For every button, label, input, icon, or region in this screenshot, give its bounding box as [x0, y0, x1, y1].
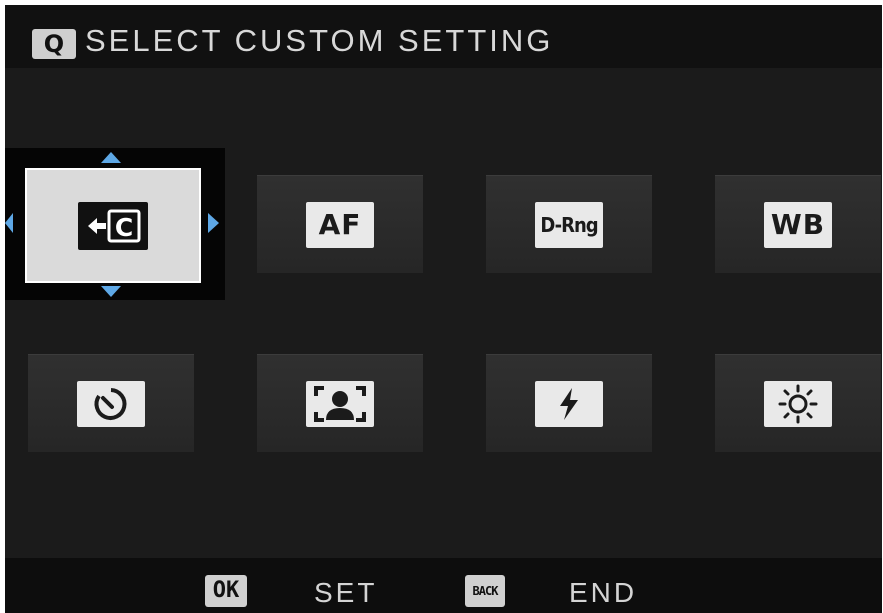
tile-brightness[interactable]	[715, 354, 881, 452]
arrow-left-icon[interactable]	[5, 213, 13, 233]
self-timer-icon	[77, 380, 145, 427]
face-detection-icon	[306, 380, 374, 427]
tile-d-range[interactable]: D-Rng	[486, 175, 652, 273]
edit-custom-letter: C	[115, 213, 133, 242]
tile-white-balance[interactable]: WB	[715, 175, 881, 273]
ok-button-icon[interactable]: OK	[205, 575, 247, 607]
page-title: SELECT CUSTOM SETTING	[85, 23, 554, 58]
tile-flash[interactable]	[486, 354, 652, 452]
camera-screen: Q SELECT CUSTOM SETTING C AF D-Rng WB OK…	[5, 5, 882, 613]
tile-af[interactable]: AF	[257, 175, 423, 273]
flash-icon	[535, 380, 603, 427]
footer-bar: OK SET BACK END	[5, 558, 882, 613]
d-range-icon: D-Rng	[535, 201, 603, 248]
q-button-icon: Q	[32, 29, 76, 59]
edit-custom-icon: C	[78, 201, 148, 250]
arrow-down-icon[interactable]	[101, 286, 121, 297]
back-button-icon[interactable]: BACK	[465, 575, 505, 607]
white-balance-icon: WB	[764, 201, 832, 248]
tile-face-detection[interactable]	[257, 354, 423, 452]
tile-edit-custom-setting[interactable]: C	[25, 168, 201, 283]
af-icon: AF	[306, 201, 374, 248]
brightness-icon	[764, 380, 832, 427]
ok-action-label: SET	[314, 577, 378, 608]
back-action-label: END	[569, 577, 638, 608]
header-bar: Q SELECT CUSTOM SETTING	[5, 5, 882, 68]
arrow-up-icon[interactable]	[101, 152, 121, 163]
tile-self-timer[interactable]	[28, 354, 194, 452]
arrow-right-icon[interactable]	[208, 213, 219, 233]
